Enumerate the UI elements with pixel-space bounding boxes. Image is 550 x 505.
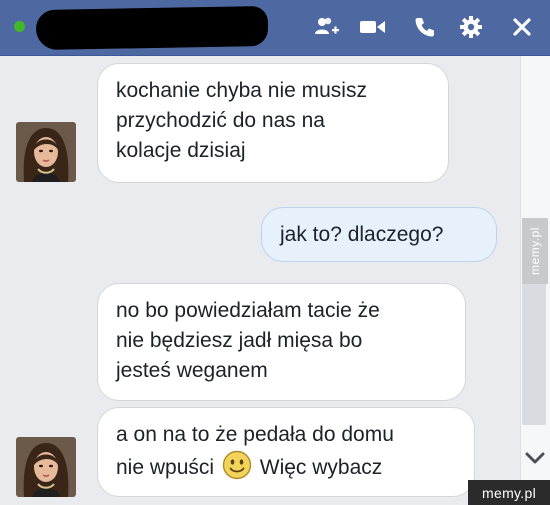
watermark-side: memy.pl <box>522 218 548 284</box>
scrollbar-thumb[interactable] <box>522 275 546 425</box>
message-text: Więc wybacz <box>259 456 383 479</box>
message-line: kolacje dzisiaj <box>116 139 246 162</box>
message-line: a on na to że pedała do domu <box>116 423 394 446</box>
online-status-icon <box>14 21 25 32</box>
watermark-bottom-text: memy.pl <box>482 484 536 501</box>
avatar[interactable] <box>16 437 76 497</box>
video-icon[interactable] <box>358 12 388 42</box>
message-line: kochanie chyba nie musisz <box>116 79 367 102</box>
message-bubble-incoming: kochanie chyba nie musisz przychodzić do… <box>97 63 449 183</box>
scroll-down-chevron-icon[interactable] <box>520 440 550 476</box>
add-person-icon[interactable] <box>312 12 342 42</box>
message-text: nie wpuści <box>116 456 215 479</box>
message-line: nie wpuści Więc wybacz <box>116 450 456 483</box>
gear-icon[interactable] <box>456 12 486 42</box>
watermark-bottom: memy.pl <box>468 480 550 505</box>
message-line: nie będziesz jadł mięsa bo <box>116 329 363 352</box>
chat-titlebar <box>0 0 550 56</box>
message-bubble-incoming: no bo powiedziałam tacie że nie będziesz… <box>97 283 466 401</box>
close-icon[interactable] <box>507 12 537 42</box>
message-bubble-outgoing: jak to? dlaczego? <box>261 207 497 262</box>
redacted-contact-name <box>35 5 269 51</box>
message-line: jesteś weganem <box>116 359 268 382</box>
smile-emoji-icon <box>222 450 252 480</box>
message-line: jak to? dlaczego? <box>280 223 444 246</box>
avatar[interactable] <box>16 122 76 182</box>
message-bubble-incoming: a on na to że pedała do domu nie wpuści … <box>97 407 475 497</box>
phone-icon[interactable] <box>410 12 440 42</box>
message-line: no bo powiedziałam tacie że <box>116 299 380 322</box>
message-line: przychodzić do nas na <box>116 109 325 132</box>
watermark-side-text: memy.pl <box>528 227 543 275</box>
